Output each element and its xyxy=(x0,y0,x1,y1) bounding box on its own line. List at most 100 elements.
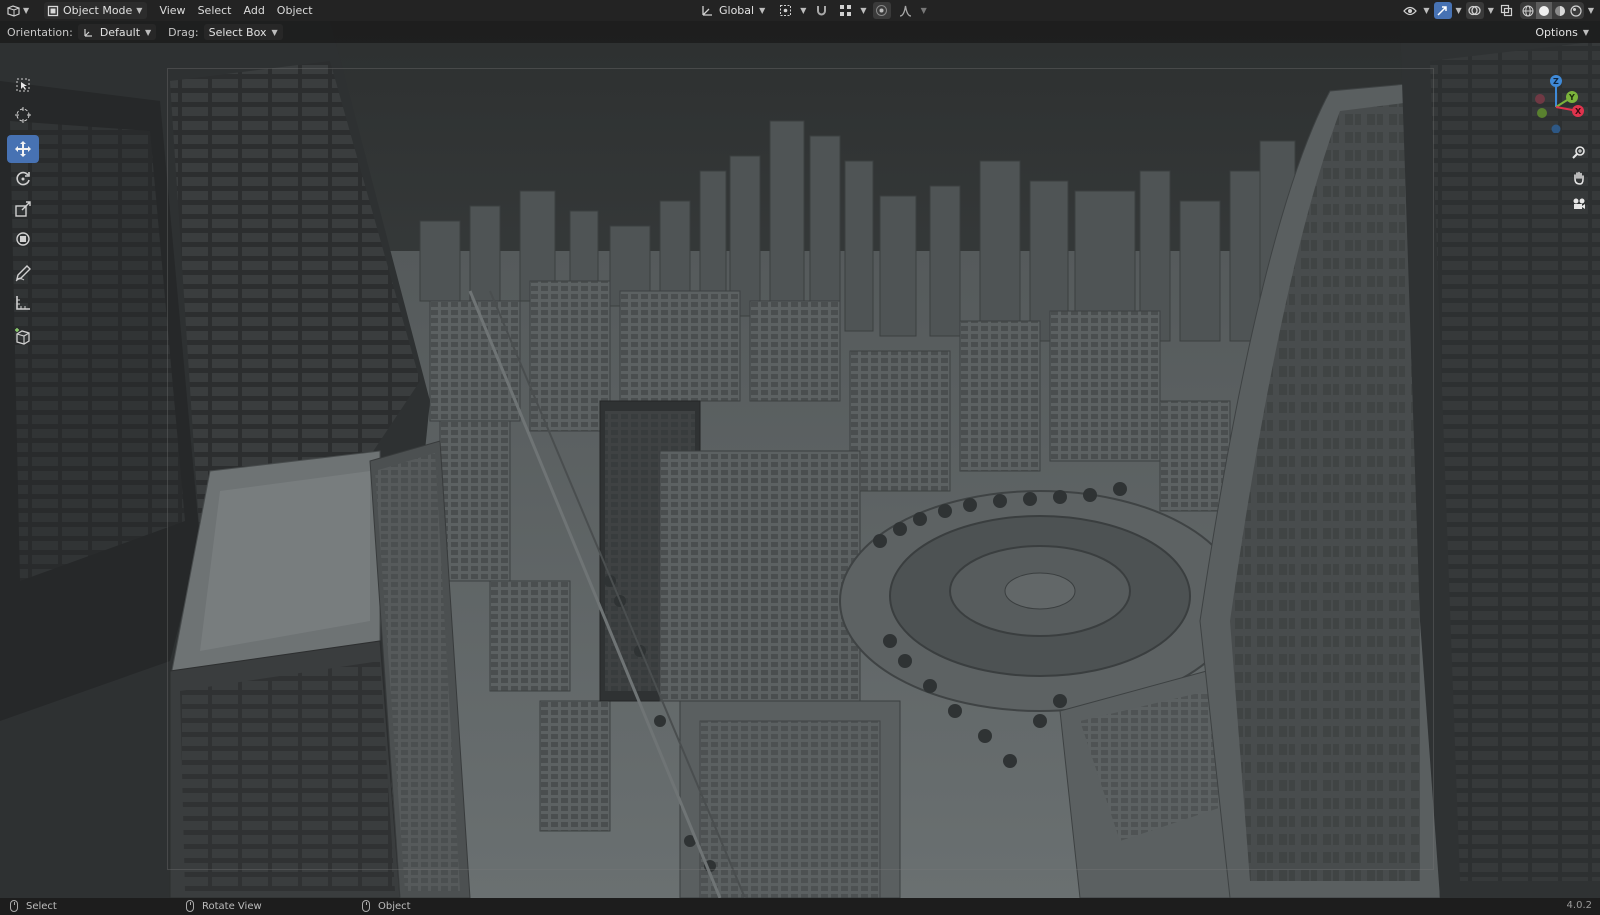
options-label: Options xyxy=(1535,25,1578,39)
solid-sphere-icon xyxy=(1538,5,1549,16)
add-cube-tool[interactable] xyxy=(7,323,39,351)
zoom-icon xyxy=(1572,146,1585,159)
mode-label: Object Mode xyxy=(63,4,133,17)
pan-button[interactable] xyxy=(1568,167,1590,189)
rendered-shading-button[interactable] xyxy=(1567,2,1584,19)
axis-gizmo-icon: Z Y X xyxy=(1535,75,1584,134)
rotate-icon xyxy=(16,171,30,186)
drag-dropdown[interactable]: Select Box ▼ xyxy=(203,24,283,40)
move-icon xyxy=(15,141,31,157)
mouse-right-icon xyxy=(362,900,370,912)
chevron-down-icon: ▼ xyxy=(23,6,30,15)
svg-text:Y: Y xyxy=(1568,93,1575,102)
viewport-header: ▼ Object Mode ▼ View Select Add Object G… xyxy=(0,0,1600,21)
select-box-icon xyxy=(16,78,30,92)
visibility-button[interactable] xyxy=(1401,2,1419,19)
overlays-toggle[interactable] xyxy=(1465,2,1484,19)
status-hint-object: Object xyxy=(362,900,411,912)
orientation-value: Default xyxy=(99,25,141,39)
cursor-tool[interactable] xyxy=(7,101,39,129)
chevron-down-icon: ▼ xyxy=(1455,6,1462,15)
svg-text:Z: Z xyxy=(1553,77,1559,86)
chevron-down-icon: ▼ xyxy=(800,6,807,15)
xray-icon xyxy=(1501,4,1513,17)
measure-tool[interactable] xyxy=(7,289,39,317)
options-dropdown[interactable]: Options ▼ xyxy=(1530,24,1594,40)
eye-icon xyxy=(1403,6,1418,15)
scale-tool[interactable] xyxy=(7,195,39,223)
orientation-dropdown[interactable]: Default ▼ xyxy=(77,24,157,40)
menu-object[interactable]: Object xyxy=(271,2,319,19)
chevron-down-icon: ▼ xyxy=(1582,27,1589,37)
3d-viewport-icon xyxy=(7,4,20,17)
snap-grid-icon xyxy=(839,5,851,16)
wireframe-shading-button[interactable] xyxy=(1519,2,1536,19)
pivot-icon xyxy=(779,5,791,16)
version-label: 4.0.2 xyxy=(1566,900,1592,911)
chevron-down-icon: ▼ xyxy=(1587,6,1594,15)
global-axes-icon xyxy=(702,6,712,16)
gizmo-toggle[interactable] xyxy=(1433,2,1452,19)
chevron-down-icon: ▼ xyxy=(759,6,766,15)
material-sphere-icon xyxy=(1554,5,1565,16)
chevron-down-icon: ▼ xyxy=(1423,6,1430,15)
status-select-label: Select xyxy=(26,900,57,912)
chevron-down-icon: ▼ xyxy=(860,6,867,15)
annotate-tool[interactable] xyxy=(7,259,39,287)
transform-tool[interactable] xyxy=(7,225,39,253)
menu-select[interactable]: Select xyxy=(192,2,238,19)
wireframe-sphere-icon xyxy=(1522,5,1534,16)
proportional-edit-icon xyxy=(876,5,888,16)
falloff-button[interactable] xyxy=(897,2,915,19)
editor-type-selector[interactable]: ▼ xyxy=(6,2,40,19)
menu-view[interactable]: View xyxy=(153,2,191,19)
gizmo-icon xyxy=(1437,6,1447,16)
svg-text:X: X xyxy=(1575,107,1582,116)
snap-toggle[interactable] xyxy=(812,2,830,19)
ruler-icon xyxy=(16,296,30,310)
navigation-gizmo[interactable]: Z Y X xyxy=(1526,71,1586,134)
chevron-down-icon: ▼ xyxy=(271,27,278,37)
camera-view-button[interactable] xyxy=(1568,193,1590,215)
drag-value: Select Box xyxy=(208,25,267,39)
proportional-edit-toggle[interactable] xyxy=(872,2,891,19)
mode-dropdown[interactable]: Object Mode ▼ xyxy=(44,2,148,19)
transform-orientation-dropdown[interactable]: Global ▼ xyxy=(696,3,770,19)
tool-settings-bar: Orientation: Default ▼ Drag: Select Box … xyxy=(0,21,1600,43)
chevron-down-icon: ▼ xyxy=(1487,6,1494,15)
object-mode-icon xyxy=(47,5,59,16)
snap-target-button[interactable] xyxy=(836,2,854,19)
material-preview-button[interactable] xyxy=(1551,2,1568,19)
cursor-icon xyxy=(15,107,31,123)
falloff-curve-icon xyxy=(899,5,912,17)
status-hint-rotate: Rotate View xyxy=(186,900,262,912)
menu-add[interactable]: Add xyxy=(238,2,271,19)
chevron-down-icon: ▼ xyxy=(136,6,143,15)
status-object-label: Object xyxy=(378,900,411,912)
pivot-point-button[interactable] xyxy=(776,2,794,19)
status-bar: Select Rotate View Object 4.0.2 xyxy=(0,898,1600,915)
solid-shading-button[interactable] xyxy=(1535,2,1552,19)
camera-icon xyxy=(1573,198,1585,209)
move-tool[interactable] xyxy=(7,135,39,163)
hand-icon xyxy=(1574,171,1584,185)
drag-label: Drag: xyxy=(168,25,199,39)
transform-icon xyxy=(16,232,30,246)
status-rotate-label: Rotate View xyxy=(202,900,262,912)
viewport-nav-buttons xyxy=(1568,141,1590,215)
magnet-icon xyxy=(816,6,826,16)
xray-toggle[interactable] xyxy=(1498,2,1516,19)
select-box-tool[interactable] xyxy=(7,71,39,99)
orientation-axes-icon xyxy=(84,29,92,37)
overlays-icon xyxy=(1468,5,1481,16)
transform-orientation-label: Global xyxy=(719,4,755,17)
tool-shelf xyxy=(7,71,39,353)
pencil-icon xyxy=(15,265,31,282)
zoom-button[interactable] xyxy=(1568,141,1590,163)
chevron-down-icon: ▼ xyxy=(920,6,927,15)
chevron-down-icon: ▼ xyxy=(145,27,152,37)
status-hint-select: Select xyxy=(10,900,57,912)
rotate-tool[interactable] xyxy=(7,165,39,193)
shading-mode-group xyxy=(1519,2,1584,19)
3d-viewport[interactable]: Z Y X xyxy=(0,21,1600,898)
